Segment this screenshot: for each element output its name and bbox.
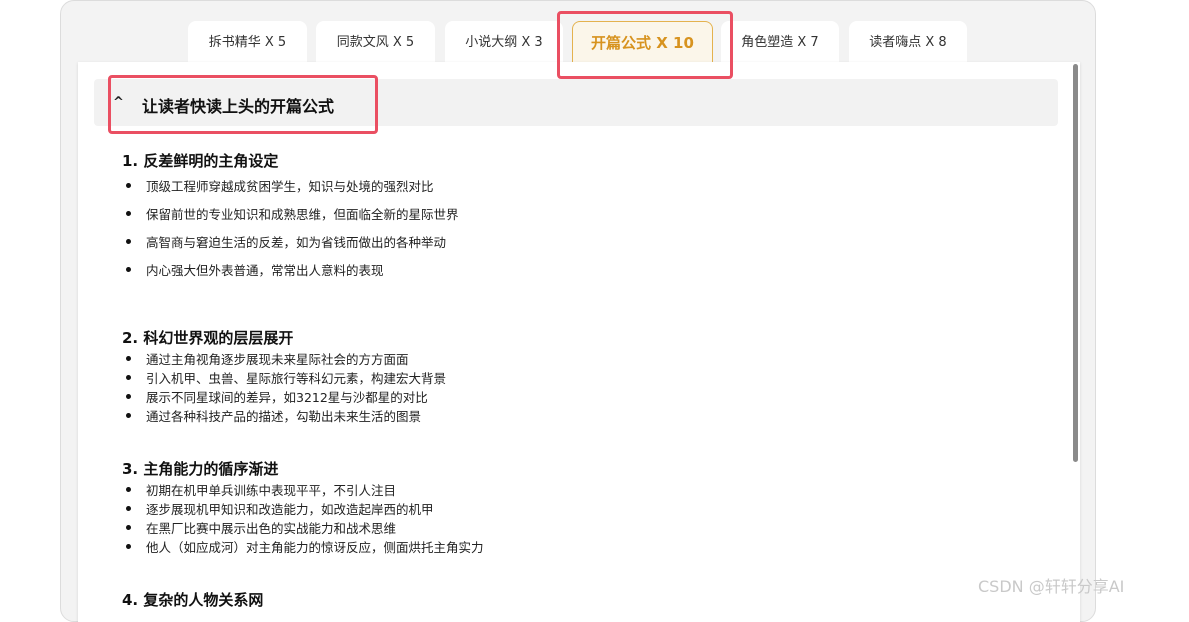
- list-item: 保留前世的专业知识和成熟思维，但面临全新的星际世界: [126, 204, 459, 223]
- item-title: 2. 科幻世界观的层层展开: [122, 329, 294, 347]
- list-item: 顶级工程师穿越成贫困学生，知识与处境的强烈对比: [126, 176, 434, 195]
- tab-opening-formula[interactable]: 开篇公式 X 10: [572, 21, 713, 62]
- collapse-caret-icon[interactable]: ^: [113, 95, 124, 110]
- tab-novel-outline[interactable]: 小说大纲 X 3: [445, 21, 563, 63]
- tab-same-style[interactable]: 同款文风 X 5: [316, 21, 435, 63]
- section-title: 让读者快读上头的开篇公式: [142, 97, 335, 116]
- list-item: 在黑厂比赛中展示出色的实战能力和战术思维: [125, 518, 396, 537]
- scrollbar-thumb[interactable]: [1073, 64, 1078, 462]
- watermark: CSDN @轩轩分享AI: [978, 577, 1125, 596]
- tab-bar: 拆书精华 X 5 同款文风 X 5 小说大纲 X 3 开篇公式 X 10 角色塑…: [0, 21, 1189, 65]
- list-item: 引入机甲、虫兽、星际旅行等科幻元素，构建宏大背景: [125, 368, 446, 387]
- list-item: 通过主角视角逐步展现未来星际社会的方方面面: [126, 349, 409, 368]
- list-item: 通过各种科技产品的描述，勾勒出未来生活的图景: [125, 406, 421, 425]
- item-title: 1. 反差鲜明的主角设定: [122, 152, 279, 170]
- item-title: 4. 复杂的人物关系网: [122, 591, 264, 609]
- item-title: 3. 主角能力的循序渐进: [122, 460, 279, 478]
- list-item: 内心强大但外表普通，常常出人意料的表现: [126, 260, 384, 279]
- list-item: 逐步展现机甲知识和改造能力，如改造起岸西的机甲: [126, 499, 434, 518]
- list-item: 展示不同星球间的差异，如3212星与沙都星的对比: [126, 387, 428, 406]
- tab-reader-hooks[interactable]: 读者嗨点 X 8: [849, 21, 967, 63]
- tab-book-digest[interactable]: 拆书精华 X 5: [188, 21, 307, 63]
- list-item: 他人（如应成河）对主角能力的惊讶反应，侧面烘托主角实力: [126, 537, 484, 556]
- tab-character-building[interactable]: 角色塑造 X 7: [721, 21, 839, 63]
- list-item: 高智商与窘迫生活的反差，如为省钱而做出的各种举动: [125, 232, 446, 251]
- list-item: 初期在机甲单兵训练中表现平平，不引人注目: [125, 480, 396, 499]
